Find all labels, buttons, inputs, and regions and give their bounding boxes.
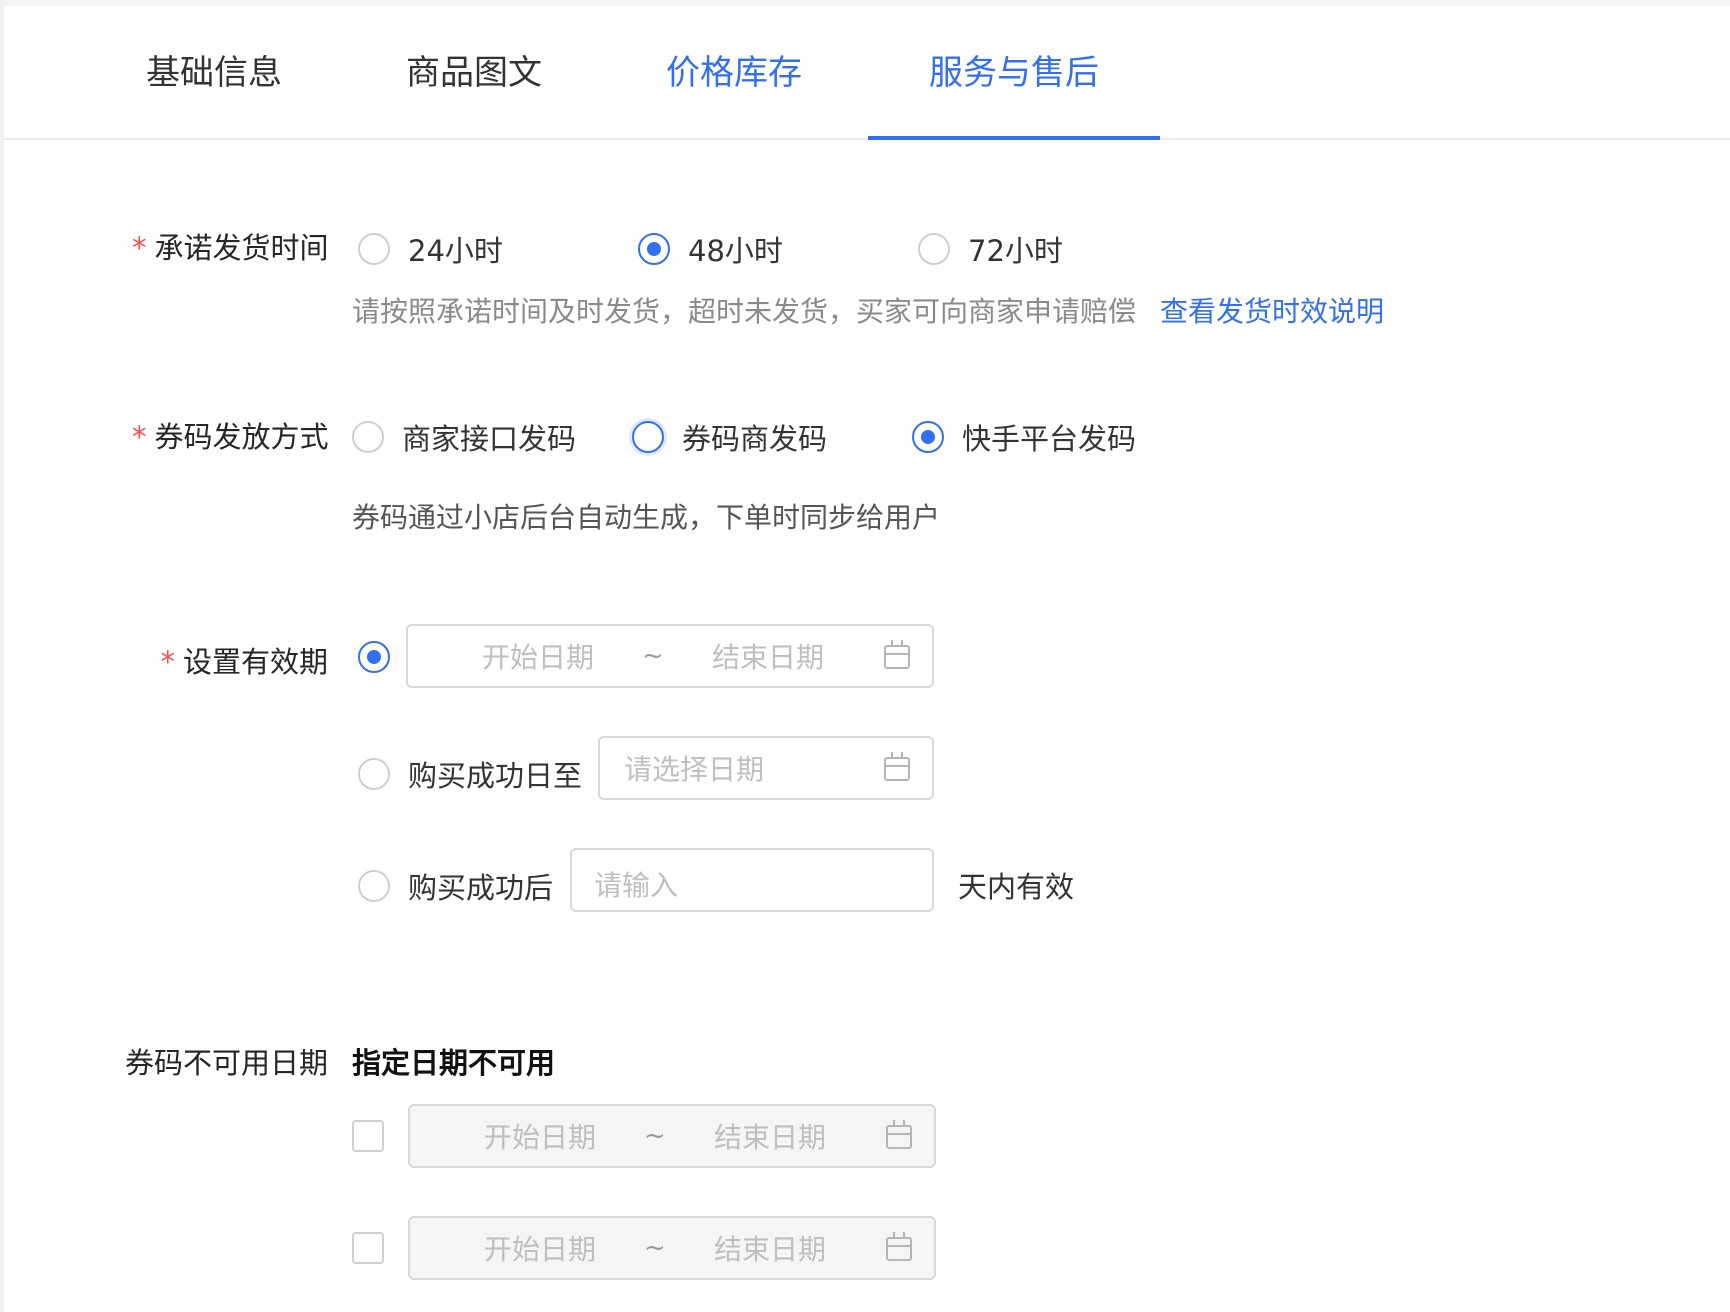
validity-label-text: 设置有效期: [182, 645, 328, 679]
active-tab-indicator: [868, 136, 1160, 140]
radio-validity-range[interactable]: [358, 641, 390, 673]
coupon-option-vendor[interactable]: 券码商发码: [632, 416, 827, 458]
radio-72h[interactable]: [918, 233, 950, 265]
unavailable-row-1-separator: ~: [644, 1121, 666, 1151]
validity-option-after-days[interactable]: 购买成功后: [358, 865, 553, 907]
delivery-option-72h-label: 72小时: [968, 234, 1063, 268]
delivery-option-72h[interactable]: 72小时: [918, 228, 1063, 270]
delivery-help: 请按照承诺时间及时发货，超时未发货，买家可向商家申请赔偿 查看发货时效说明: [352, 290, 1384, 330]
radio-merchant-api[interactable]: [352, 421, 384, 453]
validity-label: * 设置有效期: [132, 639, 328, 681]
unavailable-dates-subtitle: 指定日期不可用: [352, 1046, 556, 1080]
radio-validity-until[interactable]: [358, 758, 390, 790]
radio-platform[interactable]: [912, 421, 944, 453]
unavailable-row-1-end: 结束日期: [714, 1121, 827, 1154]
delivery-option-48h[interactable]: 48小时: [638, 228, 783, 270]
range-end-placeholder: 结束日期: [712, 641, 825, 674]
validity-date-range-picker[interactable]: 开始日期 ~ 结束日期: [406, 624, 934, 688]
required-mark: *: [160, 645, 175, 679]
delivery-label-text: 承诺发货时间: [154, 231, 329, 265]
validity-after-label: 购买成功后: [408, 871, 554, 905]
range-separator: ~: [642, 641, 664, 671]
delivery-option-24h[interactable]: 24小时: [358, 228, 503, 270]
tab-price-stock[interactable]: 价格库存: [644, 6, 824, 140]
unavailable-row-2-date-range[interactable]: 开始日期 ~ 结束日期: [408, 1216, 936, 1280]
left-edge: [0, 0, 4, 1312]
coupon-code-label-text: 券码发放方式: [154, 420, 329, 454]
unavailable-row-1-checkbox[interactable]: [352, 1120, 384, 1152]
range-start-placeholder: 开始日期: [482, 641, 595, 674]
unavailable-row-2-separator: ~: [644, 1233, 666, 1263]
tab-bar: 基础信息 商品图文 价格库存 服务与售后: [4, 6, 1730, 140]
delivery-policy-link[interactable]: 查看发货时效说明: [1160, 295, 1384, 328]
valid-days-input[interactable]: 请输入: [570, 848, 934, 912]
calendar-icon: [886, 1120, 912, 1149]
unavailable-row-1-start: 开始日期: [484, 1121, 597, 1154]
tab-service-aftersale[interactable]: 服务与售后: [904, 6, 1124, 140]
coupon-option-platform[interactable]: 快手平台发码: [912, 416, 1136, 458]
valid-days-suffix: 天内有效: [958, 870, 1075, 904]
calendar-icon: [886, 1232, 912, 1261]
unavailable-row-2-start: 开始日期: [484, 1233, 597, 1266]
required-mark: *: [132, 231, 147, 265]
unavailable-row-2-checkbox[interactable]: [352, 1232, 384, 1264]
delivery-help-text: 请按照承诺时间及时发货，超时未发货，买家可向商家申请赔偿: [352, 295, 1137, 328]
radio-24h[interactable]: [358, 233, 390, 265]
coupon-option-platform-label: 快手平台发码: [962, 422, 1137, 456]
delivery-option-24h-label: 24小时: [408, 234, 503, 268]
radio-48h[interactable]: [638, 233, 670, 265]
unavailable-row-2-end: 结束日期: [714, 1233, 827, 1266]
unavailable-dates-label: 券码不可用日期: [124, 1046, 328, 1080]
service-aftersale-form-page: 基础信息 商品图文 价格库存 服务与售后 * 承诺发货时间 24小时 48小时 7…: [0, 0, 1730, 1312]
coupon-code-description: 券码通过小店后台自动生成，下单时同步给用户: [352, 501, 941, 534]
required-mark: *: [132, 420, 147, 454]
unavailable-row-1-date-range[interactable]: 开始日期 ~ 结束日期: [408, 1104, 936, 1168]
tab-product-media[interactable]: 商品图文: [384, 6, 564, 140]
radio-validity-after-days[interactable]: [358, 870, 390, 902]
coupon-option-vendor-label: 券码商发码: [682, 422, 828, 456]
radio-vendor[interactable]: [632, 421, 664, 453]
coupon-option-merchant-api[interactable]: 商家接口发码: [352, 416, 576, 458]
validity-until-date-picker[interactable]: 请选择日期: [598, 736, 934, 800]
delivery-option-48h-label: 48小时: [688, 234, 783, 268]
valid-days-placeholder: 请输入: [594, 869, 679, 902]
validity-until-label: 购买成功日至: [408, 759, 583, 793]
delivery-label: * 承诺发货时间: [132, 225, 329, 267]
validity-option-until[interactable]: 购买成功日至: [358, 753, 582, 795]
validity-option-range[interactable]: [358, 641, 390, 673]
coupon-option-merchant-api-label: 商家接口发码: [402, 422, 577, 456]
coupon-code-label: * 券码发放方式: [132, 414, 329, 456]
tab-basic-info[interactable]: 基础信息: [124, 6, 304, 140]
until-date-placeholder: 请选择日期: [624, 753, 765, 786]
calendar-icon: [884, 640, 910, 669]
calendar-icon: [884, 752, 910, 781]
